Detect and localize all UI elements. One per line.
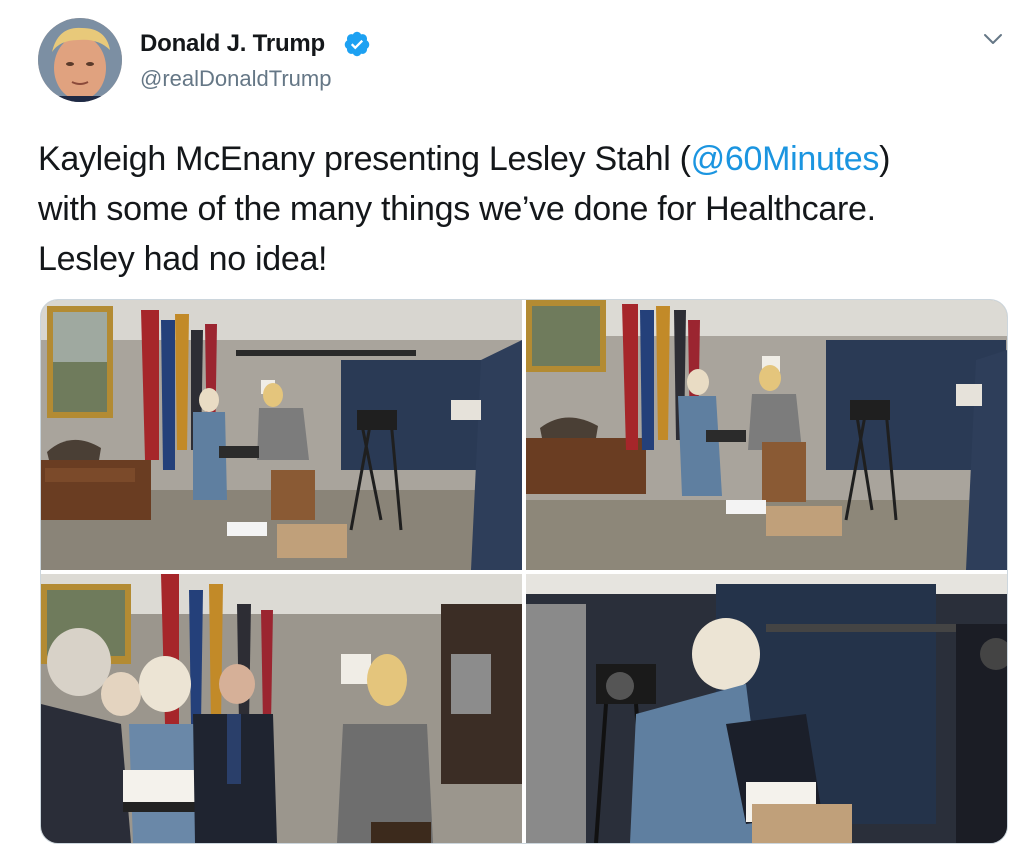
tweet-text-segment: ) — [879, 140, 891, 178]
media-grid — [40, 299, 1008, 844]
mention-link[interactable]: @60Minutes — [691, 140, 880, 178]
photo-3[interactable] — [41, 574, 522, 843]
author-handle[interactable]: @realDonaldTrump — [140, 66, 331, 92]
chevron-down-icon[interactable] — [982, 28, 1004, 50]
tweet-text: Kayleigh McEnany presenting Lesley Stahl… — [38, 134, 1008, 284]
photo-1[interactable] — [41, 300, 522, 570]
tweet-text-line-3: Lesley had no idea! — [38, 240, 328, 278]
author-display-name[interactable]: Donald J. Trump — [140, 30, 325, 58]
tweet-text-line-1: Kayleigh McEnany presenting Lesley Stahl… — [38, 134, 1008, 184]
tweet-text-line-2: with some of the many things we’ve done … — [38, 190, 876, 228]
tweet-text-segment: Kayleigh McEnany presenting Lesley Stahl… — [38, 140, 691, 178]
tweet-card: Donald J. Trump @realDonaldTrump Kayleig… — [0, 0, 1024, 855]
author-avatar[interactable] — [38, 18, 122, 102]
verified-badge-icon — [344, 31, 370, 57]
photo-2[interactable] — [526, 300, 1007, 570]
photo-4[interactable] — [526, 574, 1007, 843]
